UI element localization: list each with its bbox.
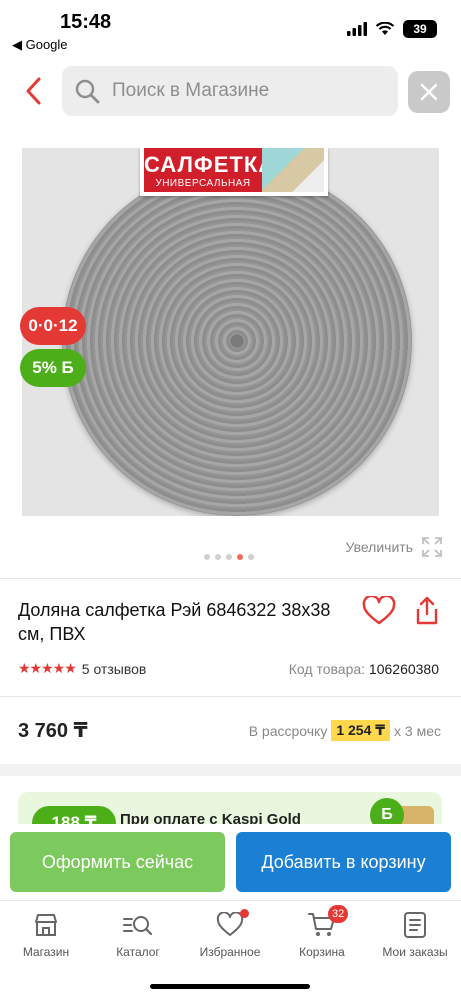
home-indicator <box>150 984 310 989</box>
notification-dot <box>240 909 249 918</box>
product-code-label: Код товара: <box>288 661 366 677</box>
status-icons: 39 <box>347 20 437 38</box>
installment-amount: 1 254 ₸ <box>331 720 391 741</box>
reviews-count[interactable]: 5 отзывов <box>82 661 147 677</box>
action-bar: Оформить сейчас Добавить в корзину <box>0 824 461 900</box>
product-price: 3 760 ₸ <box>18 720 88 742</box>
package-photo <box>262 148 324 192</box>
status-time: 15:48 <box>60 11 112 33</box>
rating-row[interactable]: ★★★★★ 5 отзывов <box>18 660 146 677</box>
catalog-search-icon <box>123 916 153 936</box>
package-subtitle: УНИВЕРСАЛЬНАЯ <box>155 178 251 189</box>
back-to-app-link[interactable]: ◀ Google <box>12 37 68 53</box>
tab-label: Мои заказы <box>382 945 448 959</box>
wifi-icon <box>375 22 395 35</box>
search-input[interactable]: Поиск в Магазине <box>62 66 398 116</box>
heart-icon <box>362 594 396 625</box>
section-separator <box>0 764 461 776</box>
divider <box>0 578 461 579</box>
gallery-dot[interactable] <box>204 554 210 560</box>
product-title: Доляна салфетка Рэй 6846322 38x38 см, ПВ… <box>18 600 331 644</box>
search-header: Поиск в Магазине <box>0 64 461 118</box>
expand-icon <box>422 537 442 557</box>
tab-label: Избранное <box>199 945 261 959</box>
share-button[interactable] <box>414 596 440 631</box>
gallery-pagination <box>204 554 254 560</box>
close-icon <box>420 83 438 101</box>
installment-info[interactable]: В рассрочку 1 254 ₸ x 3 мес <box>249 720 441 741</box>
product-code: Код товара: 106260380 <box>289 661 439 677</box>
zoom-label: Увеличить <box>345 539 413 555</box>
package-label: САЛФЕТКА УНИВЕРСАЛЬНАЯ <box>140 148 328 196</box>
placemat-photo <box>62 166 412 516</box>
signal-icon <box>347 22 367 36</box>
rating-stars: ★★★★★ <box>18 660 77 676</box>
search-icon <box>75 79 100 104</box>
gallery-dot[interactable] <box>226 554 232 560</box>
back-button[interactable] <box>18 74 48 108</box>
installment-badge: 0·0·12 <box>20 307 86 345</box>
bonus-badge: 5% Б <box>20 349 86 387</box>
divider <box>0 696 461 697</box>
status-bar: 15:48 ◀ Google 39 <box>0 0 461 56</box>
battery-indicator: 39 <box>403 20 437 38</box>
installment-prefix: В рассрочку <box>248 722 328 739</box>
package-title: САЛФЕТКА <box>144 152 276 177</box>
tab-label: Магазин <box>22 945 70 959</box>
tab-cart[interactable]: 32 Корзина <box>276 905 368 959</box>
gallery-dot[interactable] <box>248 554 254 560</box>
buy-now-button[interactable]: Оформить сейчас <box>10 832 225 892</box>
gallery-dot[interactable] <box>215 554 221 560</box>
tab-label: Корзина <box>299 945 345 959</box>
tab-my-orders[interactable]: Мои заказы <box>369 909 461 959</box>
product-code-value: 106260380 <box>368 661 439 677</box>
cart-count-badge: 32 <box>328 905 349 923</box>
share-icon <box>416 596 438 625</box>
store-icon <box>35 914 57 936</box>
zoom-button[interactable]: Увеличить <box>345 536 443 558</box>
clear-search-button[interactable] <box>408 71 450 113</box>
installment-suffix: x 3 мес <box>394 722 441 739</box>
orders-list-icon <box>404 912 426 938</box>
tab-shop[interactable]: Магазин <box>0 909 92 959</box>
tab-catalog[interactable]: Каталог <box>92 909 184 959</box>
tab-favorites[interactable]: Избранное <box>184 909 276 959</box>
add-to-cart-button[interactable]: Добавить в корзину <box>236 832 451 892</box>
tab-label: Каталог <box>116 945 160 959</box>
search-placeholder: Поиск в Магазине <box>112 80 270 101</box>
chevron-left-icon <box>26 77 41 105</box>
gallery-dot-active[interactable] <box>237 554 243 560</box>
favorite-button[interactable] <box>362 594 396 631</box>
